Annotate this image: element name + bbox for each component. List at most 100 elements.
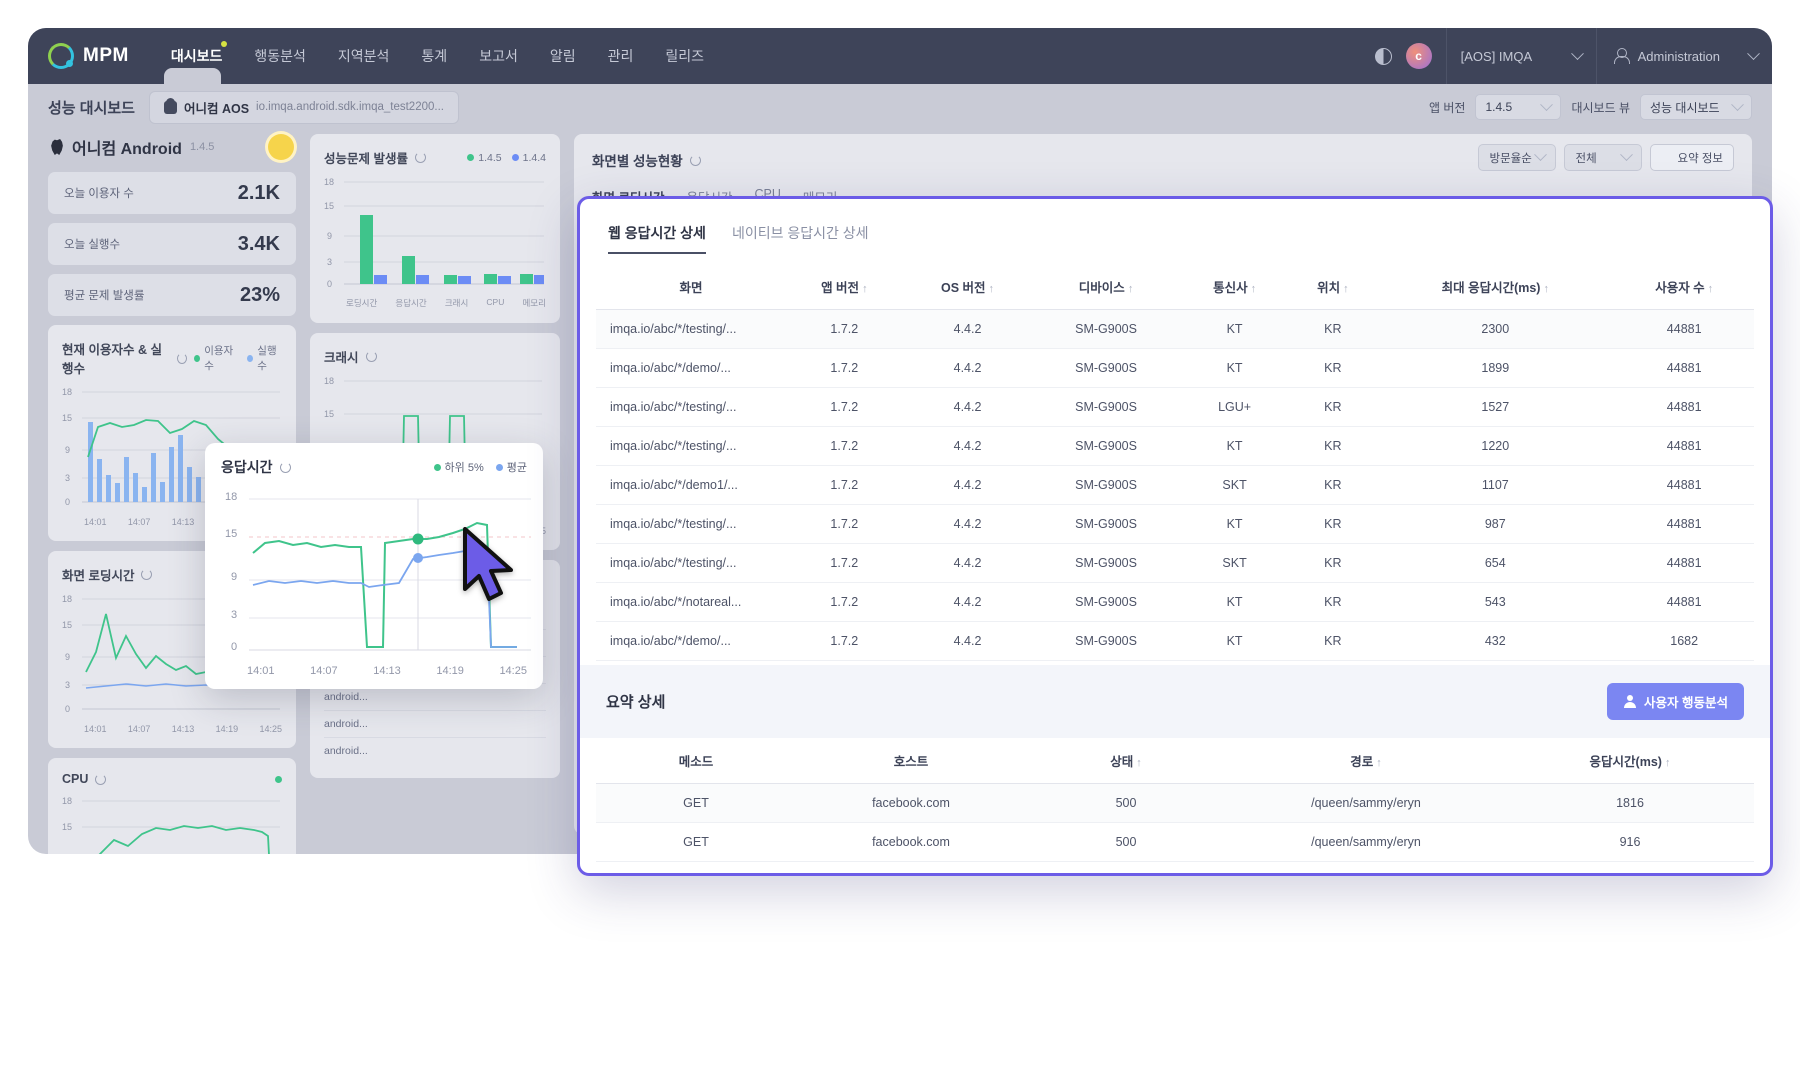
y-tick: 3	[327, 257, 333, 267]
summary-detail-bar: 요약 상세 사용자 행동분석	[580, 665, 1770, 738]
tab-web-response-detail[interactable]: 웹 응답시간 상세	[608, 223, 706, 254]
brand-logo[interactable]: MPM	[48, 43, 129, 69]
table-row[interactable]: imqa.io/abc/*/demo/... 1.7.2 4.4.2 SM-G900S…	[596, 348, 1754, 388]
user-behavior-analysis-button[interactable]: 사용자 행동분석	[1607, 683, 1744, 720]
response-detail-table: 화면 앱 버전 ↑ OS 버전 ↑ 디바이스 ↑ 통신사 ↑ 위치 ↑ 최대 응답시간(m…	[596, 264, 1754, 661]
table-cell: 4.4.2	[902, 465, 1033, 505]
y-tick: 15	[324, 201, 335, 211]
x-tick: 로딩시간	[346, 298, 378, 308]
table-header: 화면 앱 버전 ↑ OS 버전 ↑ 디바이스 ↑ 통신사 ↑ 위치 ↑ 최대 응답시간(m…	[596, 264, 1754, 310]
col-users[interactable]: 사용자 수 ↑	[1614, 264, 1754, 310]
os-summary-row: 어니컴 Android 1.4.5	[48, 130, 296, 172]
chevron-down-icon	[1534, 148, 1548, 162]
col-os-version[interactable]: OS 버전 ↑	[902, 264, 1033, 310]
summary-info-label: 요약 정보	[1677, 152, 1723, 165]
table-cell: KT	[1179, 582, 1290, 622]
table-cell: 987	[1376, 504, 1615, 544]
table-row[interactable]: imqa.io/abc/*/demo1/... 1.7.2 4.4.2 SM-G900…	[596, 465, 1754, 505]
sort-icon: ↑	[1343, 283, 1349, 295]
summary-table-header: 메소드 호스트 상태 ↑ 경로 ↑ 응답시간(ms) ↑	[596, 738, 1754, 784]
table-cell: KR	[1289, 621, 1377, 661]
table-cell: 500	[1026, 861, 1226, 873]
y-tick: 15	[62, 822, 73, 832]
col-path[interactable]: 경로 ↑	[1226, 738, 1506, 784]
x-tick: 14:01	[84, 517, 107, 527]
col-app-version[interactable]: 앱 버전 ↑	[786, 264, 903, 310]
col-method[interactable]: 메소드	[596, 738, 796, 784]
legend-label: 이용자수	[204, 345, 234, 372]
table-cell: 44881	[1614, 465, 1754, 505]
list-item[interactable]: android...	[324, 738, 546, 764]
refresh-icon[interactable]	[95, 773, 107, 785]
table-cell: KR	[1289, 348, 1377, 388]
col-device[interactable]: 디바이스 ↑	[1032, 264, 1180, 310]
table-cell: GET	[596, 783, 796, 823]
x-axis-labels: 로딩시간 응답시간 크래시 CPU 메모리	[324, 297, 546, 309]
table-row[interactable]: imqa.io/abc/*/testing/... 1.7.2 4.4.2 SM-G9…	[596, 387, 1754, 427]
theme-toggle-button[interactable]	[1362, 47, 1406, 65]
tab-native-response-detail[interactable]: 네이티브 응답시간 상세	[732, 223, 869, 254]
summary-info-button[interactable]: 요약 정보	[1650, 144, 1734, 171]
table-row[interactable]: imqa.io/abc/*/testing/... 1.7.2 4.4.2 SM-G9…	[596, 309, 1754, 349]
table-row[interactable]: imqa.io/abc/*/testing/... 1.7.2 4.4.2 SM-G9…	[596, 543, 1754, 583]
col-max-response-time[interactable]: 최대 응답시간(ms) ↑	[1376, 264, 1615, 310]
table-cell: 894	[1506, 861, 1754, 873]
user-menu[interactable]: Administration	[1595, 28, 1772, 84]
table-row[interactable]: GET facebook.com 500/queen/sammy/eryn 1816	[596, 783, 1754, 823]
page-title: 성능 대시보드	[48, 99, 135, 117]
nav-item-region[interactable]: 지역분석	[322, 28, 406, 84]
avatar[interactable]: c	[1405, 43, 1432, 69]
col-status[interactable]: 상태 ↑	[1026, 738, 1226, 784]
nav-item-behavior[interactable]: 행동분석	[238, 28, 322, 84]
refresh-icon[interactable]	[365, 351, 377, 362]
table-row[interactable]: imqa.io/abc/*/notareal... 1.7.2 4.4.2 SM-G9…	[596, 582, 1754, 622]
table-cell: KR	[1289, 387, 1377, 427]
col-screen[interactable]: 화면	[596, 264, 786, 310]
refresh-icon[interactable]	[279, 461, 291, 473]
project-selector[interactable]: [AOS] IMQA	[1445, 28, 1596, 84]
nav-item-report[interactable]: 보고서	[463, 28, 534, 84]
nav-item-manage[interactable]: 관리	[592, 28, 650, 84]
col-response-time[interactable]: 응답시간(ms) ↑	[1506, 738, 1754, 784]
refresh-icon[interactable]	[414, 152, 426, 163]
table-cell: KT	[1179, 348, 1290, 388]
nav-item-stats[interactable]: 통계	[405, 28, 463, 84]
card-title: 성능문제 발생률	[324, 152, 408, 166]
chevron-down-icon	[1747, 46, 1760, 60]
refresh-icon[interactable]	[141, 569, 153, 580]
x-tick: 14:19	[215, 724, 239, 734]
nav-label: 보고서	[479, 48, 518, 64]
filter-select[interactable]: 전체	[1564, 144, 1643, 171]
nav-item-release[interactable]: 릴리즈	[649, 28, 720, 84]
col-location[interactable]: 위치 ↑	[1289, 264, 1377, 310]
x-tick: 14:01	[247, 665, 275, 677]
nav-item-alert[interactable]: 알림	[534, 28, 592, 84]
y-tick: 18	[225, 491, 238, 503]
y-tick: 18	[62, 387, 73, 397]
table-row[interactable]: imqa.io/abc/*/testing/... 1.7.2 4.4.2 SM-G9…	[596, 504, 1754, 544]
main-nav: 대시보드 행동분석 지역분석 통계 보고서 알림 관리 릴리즈	[155, 28, 720, 84]
table-cell: SM-G900S	[1032, 309, 1180, 349]
table-cell: 1682	[1614, 621, 1754, 661]
refresh-icon[interactable]	[689, 154, 701, 166]
refresh-icon[interactable]	[177, 352, 188, 364]
table-row[interactable]: GET facebook.com 500/queen/sammy/eryn 916	[596, 822, 1754, 862]
app-version-select[interactable]: 1.4.5	[1475, 94, 1562, 120]
legend-color-dot	[275, 775, 282, 783]
table-cell: 44881	[1614, 504, 1754, 544]
table-cell: 44881	[1614, 426, 1754, 466]
table-cell: KT	[1179, 309, 1290, 349]
list-item[interactable]: android...	[324, 711, 546, 738]
table-row[interactable]: imqa.io/abc/*/demo/... 1.7.2 4.4.2 SM-G900S…	[596, 621, 1754, 661]
table-row[interactable]: imqa.io/abc/*/testing/... 1.7.2 4.4.2 SM-G9…	[596, 426, 1754, 466]
app-selector[interactable]: 어니컴 AOS io.imqa.android.sdk.imqa_test220…	[148, 90, 459, 124]
col-host[interactable]: 호스트	[796, 738, 1026, 784]
x-tick: 14:25	[259, 724, 282, 734]
col-carrier[interactable]: 통신사 ↑	[1179, 264, 1290, 310]
sort-order-select[interactable]: 방문율순	[1478, 144, 1557, 171]
y-tick: 15	[324, 409, 335, 419]
y-tick: 0	[65, 704, 71, 714]
table-row[interactable]: POSTfacebook.com500/queen/sammy/eryn894	[596, 861, 1754, 873]
nav-label: 통계	[421, 48, 448, 64]
dashboard-view-select[interactable]: 성능 대시보드	[1640, 94, 1752, 120]
